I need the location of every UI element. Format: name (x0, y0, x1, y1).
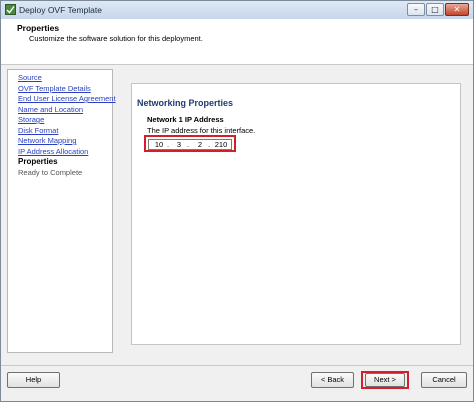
sidebar-item-eula[interactable]: End User License Agreement (18, 94, 116, 103)
sidebar-item-ready-to-complete: Ready to Complete (18, 167, 83, 177)
main-panel: Networking Properties Network 1 IP Addre… (119, 69, 469, 353)
ip-address-label: Network 1 IP Address (147, 115, 224, 124)
sidebar-item-properties: Properties (18, 156, 58, 166)
sidebar-item-source[interactable]: Source (18, 73, 42, 82)
cancel-button[interactable]: Cancel (421, 372, 467, 388)
sidebar-item-network-mapping[interactable]: Network Mapping (18, 136, 76, 145)
ip-separator: . (208, 140, 211, 149)
minimize-button[interactable]: – (407, 3, 425, 16)
page-title: Properties (17, 23, 60, 33)
help-button[interactable]: Help (7, 372, 60, 388)
ip-separator: . (167, 140, 170, 149)
sidebar-item-storage[interactable]: Storage (18, 115, 44, 124)
ip-octet-4[interactable]: 210 (212, 140, 230, 150)
next-button[interactable]: Next > (365, 373, 405, 387)
ip-address-description: The IP address for this interface. (147, 126, 256, 135)
ip-octet-3[interactable]: 2 (193, 140, 207, 150)
window-title: Deploy OVF Template (19, 5, 102, 15)
wizard-steps-sidebar: Source OVF Template Details End User Lic… (7, 69, 116, 353)
ip-address-input[interactable]: 10 . 3 . 2 . 210 (148, 139, 232, 150)
sidebar-item-ovf-template-details[interactable]: OVF Template Details (18, 84, 91, 93)
back-button[interactable]: < Back (311, 372, 354, 388)
ip-octet-1[interactable]: 10 (152, 140, 166, 150)
wizard-header: Properties Customize the software soluti… (1, 19, 473, 65)
properties-content: Networking Properties Network 1 IP Addre… (131, 83, 461, 345)
app-icon (5, 4, 16, 15)
footer-divider (1, 365, 473, 366)
ip-octet-2[interactable]: 3 (172, 140, 186, 150)
title-bar: Deploy OVF Template – □ ✕ (1, 1, 473, 20)
close-button[interactable]: ✕ (445, 3, 469, 16)
page-subtitle: Customize the software solution for this… (29, 34, 203, 43)
sidebar-item-disk-format[interactable]: Disk Format (18, 126, 58, 135)
sidebar-item-ip-allocation[interactable]: IP Address Allocation (18, 147, 88, 156)
deploy-ovf-window: Deploy OVF Template – □ ✕ Properties Cus… (0, 0, 474, 402)
ip-address-highlight: 10 . 3 . 2 . 210 (144, 135, 236, 152)
ip-separator: . (187, 140, 190, 149)
sidebar-item-name-location[interactable]: Name and Location (18, 105, 83, 114)
maximize-button[interactable]: □ (426, 3, 444, 16)
next-button-highlight: Next > (361, 371, 409, 389)
section-title: Networking Properties (137, 98, 234, 108)
